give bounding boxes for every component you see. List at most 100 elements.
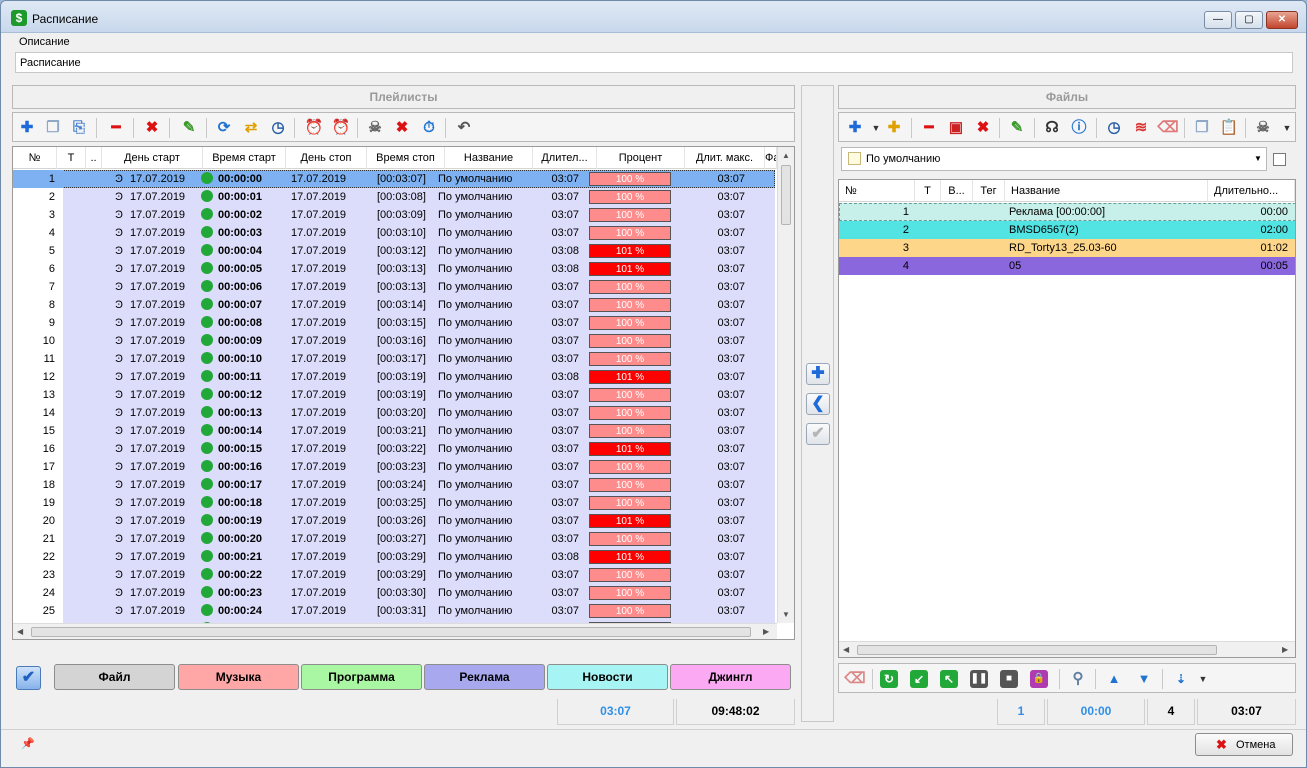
waveform-icon[interactable]: ≋	[1130, 117, 1152, 139]
playlists-col-1[interactable]: Т	[57, 147, 86, 169]
paste-icon[interactable]: ⎘	[68, 117, 90, 139]
category-button-1[interactable]: Музыка	[178, 664, 299, 690]
playlist-row[interactable]: 17 Ͽ 17.07.2019 00:00:16 17.07.2019 [00:03:23…	[13, 458, 775, 476]
playlist-row[interactable]: 14 Ͽ 17.07.2019 00:00:13 17.07.2019 [00:03:20…	[13, 404, 775, 422]
lock-icon[interactable]: 🔒	[1030, 670, 1048, 688]
playlist-row[interactable]: 21 Ͽ 17.07.2019 00:00:20 17.07.2019 [00:03:27…	[13, 530, 775, 548]
add-icon[interactable]: ✚	[16, 117, 38, 139]
add-folder-icon[interactable]: ✚	[883, 117, 905, 139]
skull-delete-icon[interactable]: ✖	[391, 117, 413, 139]
playlist-row[interactable]: 8 Ͽ 17.07.2019 00:00:07 17.07.2019 [00:03:14]…	[13, 296, 775, 314]
files-col-4[interactable]: Название	[1005, 180, 1208, 202]
files-skull-icon[interactable]: ☠	[1252, 117, 1274, 139]
playlist-row[interactable]: 4 Ͽ 17.07.2019 00:00:03 17.07.2019 [00:03:10]…	[13, 224, 775, 242]
playlist-row[interactable]: 24 Ͽ 17.07.2019 00:00:23 17.07.2019 [00:03:30…	[13, 584, 775, 602]
category-button-3[interactable]: Реклама	[424, 664, 545, 690]
playlists-table[interactable]: № Т.. День старт Время старт День стоп Время …	[12, 146, 795, 640]
playlists-col-2[interactable]: ..	[86, 147, 102, 169]
add-to-playlist-icon[interactable]: ✚	[806, 363, 830, 385]
playlist-row[interactable]: 16 Ͽ 17.07.2019 00:00:15 17.07.2019 [00:03:22…	[13, 440, 775, 458]
stop-icon[interactable]: ■	[1000, 670, 1018, 688]
alarm-off-icon[interactable]: ⏰	[330, 117, 352, 139]
apply-icon[interactable]: ✔	[806, 423, 830, 445]
playlist-row[interactable]: 20 Ͽ 17.07.2019 00:00:19 17.07.2019 [00:03:26…	[13, 512, 775, 530]
files-col-3[interactable]: Тег	[973, 180, 1005, 202]
info-icon[interactable]: ⓘ	[1068, 117, 1090, 139]
skull-icon[interactable]: ☠	[364, 117, 386, 139]
edit-file-icon[interactable]: ✎	[1006, 117, 1028, 139]
title-bar[interactable]: $ Расписание — ▢ ✕	[1, 1, 1306, 33]
file-row[interactable]: 4 05 00:05	[839, 257, 1295, 275]
file-row[interactable]: 1 Реклама [00:00:00] 00:00	[839, 203, 1295, 221]
loop-icon[interactable]: ↻	[880, 670, 898, 688]
playlists-hscroll[interactable]: ◀ ▶	[13, 623, 777, 639]
playlists-col-3[interactable]: День старт	[102, 147, 203, 169]
playlist-row[interactable]: 5 Ͽ 17.07.2019 00:00:04 17.07.2019 [00:03:12]…	[13, 242, 775, 260]
playlist-row[interactable]: 22 Ͽ 17.07.2019 00:00:21 17.07.2019 [00:03:29…	[13, 548, 775, 566]
cancel-button[interactable]: ✖ Отмена	[1195, 733, 1293, 756]
alarm-icon[interactable]: ⏰	[303, 117, 325, 139]
playlists-col-6[interactable]: Время стоп	[367, 147, 445, 169]
files-filter-checkbox[interactable]	[1273, 153, 1286, 166]
playlists-col-0[interactable]: №	[13, 147, 57, 169]
remove-file-icon[interactable]: ━	[918, 117, 940, 139]
clock-icon[interactable]: ◷	[267, 117, 289, 139]
move-down-icon[interactable]: ▼	[1133, 668, 1155, 690]
playlist-row[interactable]: 25 Ͽ 17.07.2019 00:00:24 17.07.2019 [00:03:31…	[13, 602, 775, 620]
playlist-row[interactable]: 10 Ͽ 17.07.2019 00:00:09 17.07.2019 [00:03:16…	[13, 332, 775, 350]
files-col-1[interactable]: Т	[915, 180, 941, 202]
sort-az-icon[interactable]: ⇣	[1170, 668, 1192, 690]
eraser-icon[interactable]: ⌫	[1157, 117, 1179, 139]
files-col-0[interactable]: №	[839, 180, 915, 202]
file-row[interactable]: 3 RD_Torty13_25.03-60 01:02	[839, 239, 1295, 257]
edit-icon[interactable]: ✎	[178, 117, 200, 139]
headphones-icon[interactable]: ☊	[1041, 117, 1063, 139]
file-clock-icon[interactable]: ◷	[1103, 117, 1125, 139]
playlists-col-4[interactable]: Время старт	[203, 147, 286, 169]
move-left-icon[interactable]: ❮	[806, 393, 830, 415]
close-button[interactable]: ✕	[1266, 11, 1298, 29]
playlist-row[interactable]: 2 Ͽ 17.07.2019 00:00:01 17.07.2019 [00:03:08]…	[13, 188, 775, 206]
search-icon[interactable]: ⚲	[1067, 668, 1089, 690]
playlist-select[interactable]: По умолчанию ▼	[841, 147, 1267, 171]
playlist-row[interactable]: 12 Ͽ 17.07.2019 00:00:11 17.07.2019 [00:03:19…	[13, 368, 775, 386]
playlist-row[interactable]: 23 Ͽ 17.07.2019 00:00:22 17.07.2019 [00:03:29…	[13, 566, 775, 584]
category-button-2[interactable]: Программа	[301, 664, 422, 690]
copy-file-icon[interactable]: ❐	[1191, 117, 1213, 139]
refresh-icon[interactable]: ⟳	[213, 117, 235, 139]
playlists-col-8[interactable]: Длител...	[533, 147, 597, 169]
description-field[interactable]: Расписание	[15, 52, 1293, 73]
files-table[interactable]: № Т В... Тег Название Длительно... 1 Реклама […	[838, 179, 1296, 658]
files-hscroll[interactable]: ◀ ▶	[839, 641, 1295, 657]
remove-icon[interactable]: ━	[105, 117, 127, 139]
playlist-row[interactable]: 11 Ͽ 17.07.2019 00:00:10 17.07.2019 [00:03:17…	[13, 350, 775, 368]
clock-edit-icon[interactable]: ⏱	[418, 117, 440, 139]
copy-icon[interactable]: ❐	[42, 117, 64, 139]
clear-icon[interactable]: ⌫	[844, 668, 866, 690]
playlist-row[interactable]: 7 Ͽ 17.07.2019 00:00:06 17.07.2019 [00:03:13]…	[13, 278, 775, 296]
playlists-col-11[interactable]: Фа	[765, 147, 777, 169]
minimize-button[interactable]: —	[1204, 11, 1232, 29]
playlists-col-10[interactable]: Длит. макс.	[685, 147, 765, 169]
playlist-row[interactable]: 3 Ͽ 17.07.2019 00:00:02 17.07.2019 [00:03:09]…	[13, 206, 775, 224]
playlists-vscroll[interactable]: ▲ ▼	[777, 147, 794, 623]
playlist-row[interactable]: 19 Ͽ 17.07.2019 00:00:18 17.07.2019 [00:03:25…	[13, 494, 775, 512]
sort-chevron-icon[interactable]: ▼	[1192, 668, 1214, 690]
category-button-0[interactable]: Файл	[54, 664, 175, 690]
playlist-row[interactable]: 15 Ͽ 17.07.2019 00:00:14 17.07.2019 [00:03:21…	[13, 422, 775, 440]
files-col-2[interactable]: В...	[941, 180, 973, 202]
pin-icon[interactable]: 📌	[21, 737, 35, 750]
playlist-row[interactable]: 6 Ͽ 17.07.2019 00:00:05 17.07.2019 [00:03:13]…	[13, 260, 775, 278]
check-all-icon[interactable]: ✔	[16, 666, 41, 690]
undo-icon[interactable]: ↶	[453, 117, 475, 139]
sync-icon[interactable]: ⇄	[240, 117, 262, 139]
playlists-col-7[interactable]: Название	[445, 147, 533, 169]
clipboard-icon[interactable]: 📋	[1218, 117, 1240, 139]
playlists-col-5[interactable]: День стоп	[286, 147, 367, 169]
file-row[interactable]: 2 BMSD6567(2) 02:00	[839, 221, 1295, 239]
prev-icon[interactable]: ↙	[910, 670, 928, 688]
playlist-row[interactable]: 13 Ͽ 17.07.2019 00:00:12 17.07.2019 [00:03:19…	[13, 386, 775, 404]
maximize-button[interactable]: ▢	[1235, 11, 1263, 29]
category-button-4[interactable]: Новости	[547, 664, 668, 690]
delete-file-icon[interactable]: ✖	[972, 117, 994, 139]
